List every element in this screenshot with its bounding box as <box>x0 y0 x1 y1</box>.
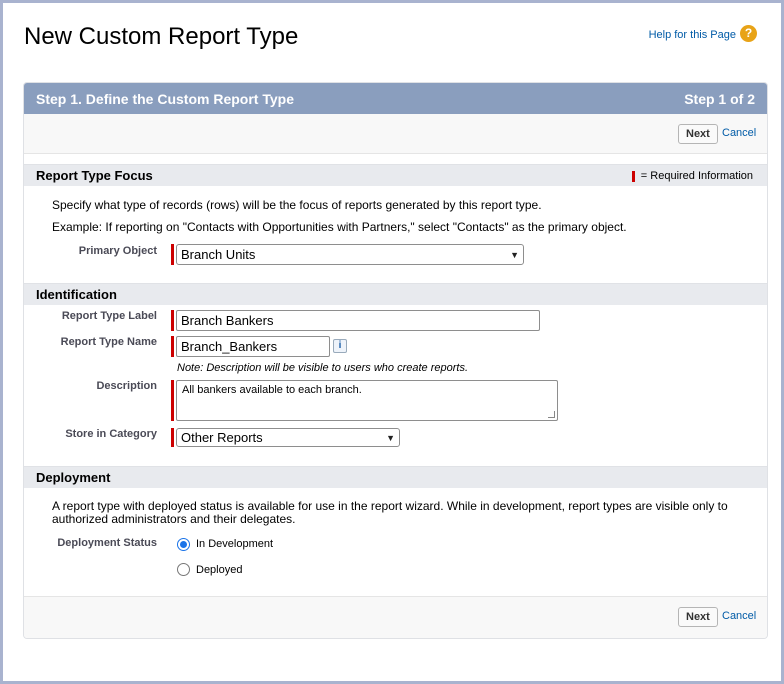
required-legend-text: = Required Information <box>640 170 753 182</box>
next-button-bottom[interactable]: Next <box>678 607 718 627</box>
help-icon[interactable]: ? <box>740 25 757 42</box>
focus-description: Specify what type of records (rows) will… <box>52 198 542 212</box>
store-in-category-label: Store in Category <box>65 428 157 440</box>
required-marker <box>171 336 174 357</box>
description-value: All bankers available to each branch. <box>182 384 362 396</box>
primary-object-value: Branch Units <box>181 247 256 262</box>
resize-handle-icon[interactable] <box>548 411 555 418</box>
description-note: Note: Description will be visible to use… <box>177 362 469 374</box>
category-value: Other Reports <box>181 430 263 445</box>
deployment-description: A report type with deployed status is av… <box>52 499 728 526</box>
cancel-link-bottom[interactable]: Cancel <box>722 610 756 622</box>
step-counter: Step 1 of 2 <box>684 90 755 107</box>
section-heading: Deployment <box>36 470 111 485</box>
bottom-button-bar: Next Cancel <box>24 596 767 638</box>
store-in-category-select[interactable]: Other Reports ▼ <box>176 428 400 447</box>
required-marker <box>171 244 174 265</box>
page-frame: New Custom Report Type Help for this Pag… <box>0 0 784 684</box>
primary-object-select[interactable]: Branch Units ▼ <box>176 244 524 265</box>
help-link[interactable]: Help for this Page <box>649 29 736 41</box>
required-marker <box>171 310 174 331</box>
required-marker <box>171 428 174 447</box>
cancel-link-top[interactable]: Cancel <box>722 127 756 139</box>
section-identification: Identification <box>24 283 767 305</box>
section-deployment: Deployment <box>24 466 767 488</box>
report-type-label-label: Report Type Label <box>61 310 157 322</box>
in-development-radio[interactable] <box>177 538 190 551</box>
report-type-form: Step 1. Define the Custom Report Type St… <box>23 82 768 639</box>
page-title: New Custom Report Type <box>24 23 299 50</box>
section-report-type-focus: Report Type Focus = Required Information <box>24 164 767 186</box>
deployed-radio[interactable] <box>177 563 190 576</box>
section-heading: Report Type Focus <box>36 168 153 183</box>
required-marker-icon <box>631 170 635 182</box>
chevron-down-icon: ▼ <box>510 249 519 260</box>
deployed-label[interactable]: Deployed <box>196 564 242 576</box>
top-button-bar: Next Cancel <box>24 114 767 154</box>
section-heading: Identification <box>36 287 117 302</box>
report-type-name-label: Report Type Name <box>60 336 157 348</box>
report-type-label-input[interactable]: Branch Bankers <box>176 310 540 331</box>
next-button-top[interactable]: Next <box>678 124 718 144</box>
in-development-label[interactable]: In Development <box>196 538 273 550</box>
description-label: Description <box>96 380 157 392</box>
chevron-down-icon: ▼ <box>386 432 395 443</box>
report-type-name-input[interactable]: Branch_Bankers <box>176 336 330 357</box>
step-title: Step 1. Define the Custom Report Type <box>36 90 294 107</box>
required-legend: = Required Information <box>631 165 753 187</box>
primary-object-label: Primary Object <box>78 245 157 257</box>
required-marker <box>171 380 174 421</box>
deployment-status-label: Deployment Status <box>57 537 157 549</box>
step-header: Step 1. Define the Custom Report Type St… <box>24 83 767 114</box>
focus-example: Example: If reporting on "Contacts with … <box>52 220 627 234</box>
description-textarea[interactable]: All bankers available to each branch. <box>176 380 558 421</box>
info-icon[interactable]: i <box>333 339 347 353</box>
